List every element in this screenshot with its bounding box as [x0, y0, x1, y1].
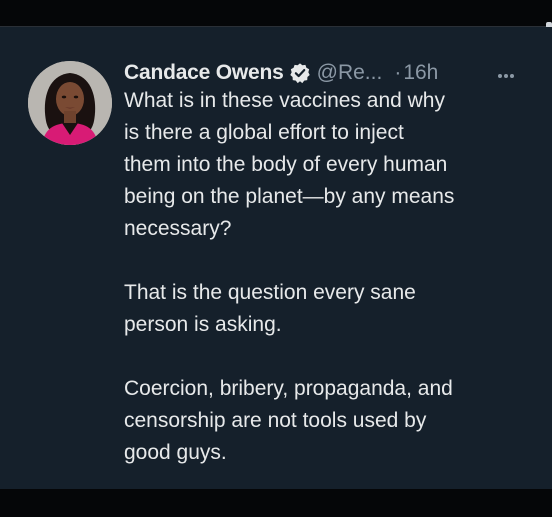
tweet-card[interactable]: Candace Owens @Re... · 16h What is in th… [0, 27, 552, 489]
tweet-paragraph: What is in these vaccines and why is the… [124, 89, 455, 240]
verified-badge-icon [289, 62, 311, 84]
author-handle[interactable]: @Re... [317, 61, 383, 85]
separator-dot: · [394, 61, 402, 84]
tweet-timestamp[interactable]: 16h [403, 61, 438, 85]
tweet-text: What is in these vaccines and why is the… [124, 85, 544, 469]
top-band [0, 0, 552, 26]
more-options-icon[interactable] [498, 67, 520, 78]
tweet-header: Candace Owens @Re... · 16h [124, 58, 438, 88]
bottom-band [0, 489, 552, 517]
tweet-paragraph: That is the question every sane person i… [124, 281, 416, 336]
screenshot-frame: Candace Owens @Re... · 16h What is in th… [0, 0, 552, 517]
author-name[interactable]: Candace Owens [124, 61, 284, 85]
avatar[interactable] [28, 61, 112, 145]
tweet-paragraph: Coercion, bribery, propaganda, and censo… [124, 377, 453, 464]
